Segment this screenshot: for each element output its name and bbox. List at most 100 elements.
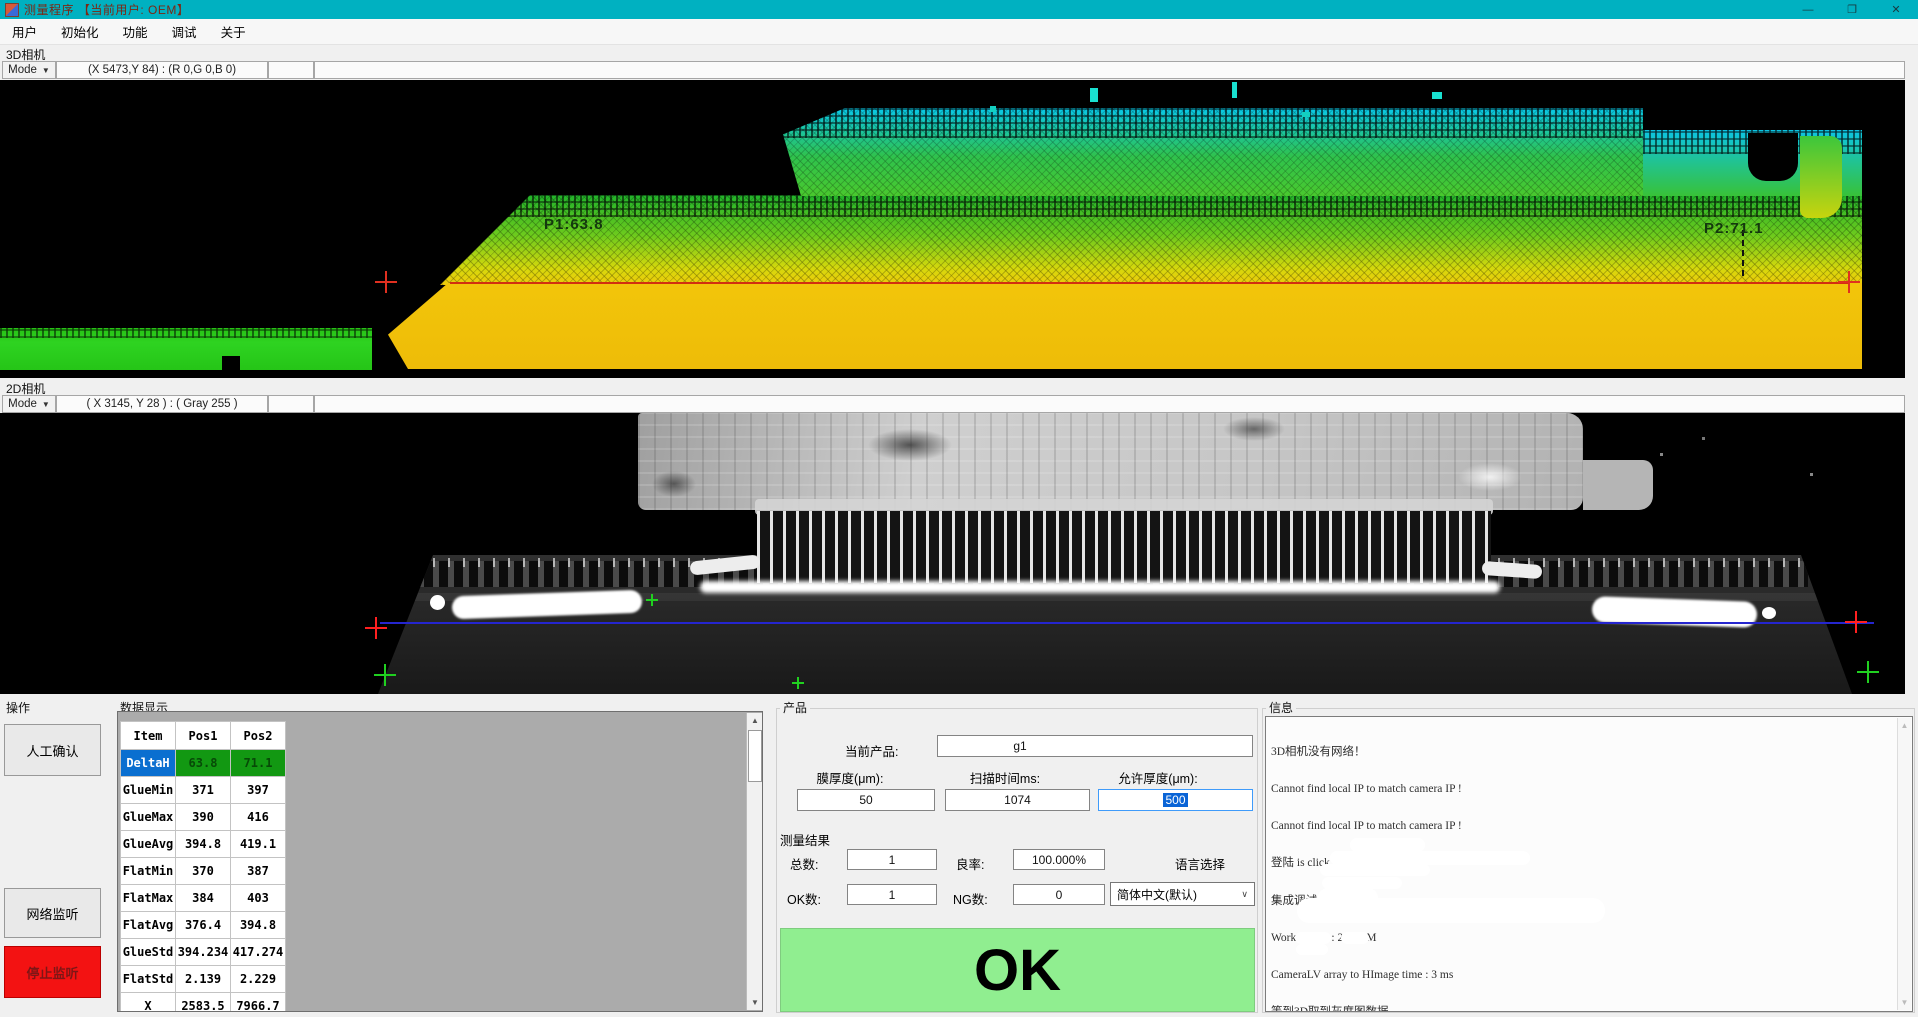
cell-item[interactable]: FlatMin xyxy=(121,858,176,885)
maximize-button[interactable]: ❐ xyxy=(1830,0,1874,19)
speck xyxy=(1660,453,1663,456)
scan-time-label: 扫描时间ms: xyxy=(945,768,1065,787)
cell-item[interactable]: FlatMax xyxy=(121,885,176,912)
cell-pos1[interactable]: 63.8 xyxy=(176,750,231,777)
log-line: Cannot find local IP to match camera IP … xyxy=(1271,820,1871,832)
cell-pos2[interactable]: 419.1 xyxy=(231,831,286,858)
camera2d-view[interactable] xyxy=(0,413,1905,694)
ok-count-value: 1 xyxy=(889,888,896,902)
scroll-down-icon[interactable]: ▼ xyxy=(1898,995,1911,1010)
camera2d-mode-button[interactable]: Mode ▼ xyxy=(2,395,56,413)
scroll-up-icon[interactable]: ▲ xyxy=(1898,718,1911,733)
stop-listen-button[interactable]: 停止监听 xyxy=(4,946,101,998)
cell-item[interactable]: DeltaH xyxy=(121,750,176,777)
cell-item[interactable]: GlueMin xyxy=(121,777,176,804)
ok-count-field[interactable]: 1 xyxy=(847,884,937,905)
camera3d-mode-button[interactable]: Mode ▼ xyxy=(2,61,56,79)
scan-time-value: 1074 xyxy=(1004,793,1031,807)
cell-pos2[interactable]: 7966.7 xyxy=(231,993,286,1013)
crosshair-green-small xyxy=(646,594,658,606)
total-count-label: 总数: xyxy=(790,854,818,873)
camera3d-toolbar-segment xyxy=(268,61,314,79)
current-product-value: g1 xyxy=(1013,739,1026,753)
cell-pos2[interactable]: 387 xyxy=(231,858,286,885)
cell-pos2[interactable]: 403 xyxy=(231,885,286,912)
cell-pos2[interactable]: 416 xyxy=(231,804,286,831)
col-header-pos1: Pos1 xyxy=(176,722,231,750)
data-display-panel: Item Pos1 Pos2 DeltaH 63.8 71.1 GlueMin … xyxy=(117,711,763,1012)
camera3d-view[interactable]: P1:63.8 P2:71.1 xyxy=(0,80,1905,378)
menu-bar: 用户 初始化 功能 调试 关于 xyxy=(0,19,1918,45)
camera2d-toolbar-segment xyxy=(314,395,1905,413)
p1-measurement-label: P1:63.8 xyxy=(544,216,604,233)
cell-item[interactable]: GlueStd xyxy=(121,939,176,966)
cell-item[interactable]: FlatAvg xyxy=(121,912,176,939)
cell-pos1[interactable]: 2.139 xyxy=(176,966,231,993)
title-bar[interactable]: 测量程序 【当前用户: OEM】 — ❐ ✕ xyxy=(0,0,1918,19)
network-listen-button[interactable]: 网络监听 xyxy=(4,888,101,938)
ng-count-label: NG数: xyxy=(953,889,988,908)
scan-time-field[interactable]: 1074 xyxy=(945,789,1090,811)
table-row[interactable]: FlatAvg 376.4 394.8 xyxy=(121,912,286,939)
cell-pos1[interactable]: 2583.5 xyxy=(176,993,231,1013)
table-row[interactable]: FlatMax 384 403 xyxy=(121,885,286,912)
ng-count-field[interactable]: 0 xyxy=(1013,884,1105,905)
cell-item[interactable]: X xyxy=(121,993,176,1013)
cell-item[interactable]: GlueAvg xyxy=(121,831,176,858)
language-select-dropdown[interactable]: 简体中文(默认) ∨ xyxy=(1110,882,1255,906)
film-thickness-field[interactable]: 50 xyxy=(797,789,935,811)
cell-pos1[interactable]: 371 xyxy=(176,777,231,804)
cell-pos1[interactable]: 394.234 xyxy=(176,939,231,966)
crosshair-green-small xyxy=(792,677,804,689)
table-row[interactable]: X 2583.5 7966.7 xyxy=(121,993,286,1013)
window-controls: — ❐ ✕ xyxy=(1786,0,1918,19)
menu-debug[interactable]: 调试 xyxy=(160,19,209,44)
cell-pos1[interactable]: 394.8 xyxy=(176,831,231,858)
table-scrollbar[interactable]: ▲ ▼ xyxy=(746,713,763,1010)
film-thickness-label: 膜厚度(μm): xyxy=(790,768,910,787)
total-count-field[interactable]: 1 xyxy=(847,849,937,870)
speck xyxy=(1702,437,1705,440)
table-row[interactable]: GlueStd 394.234 417.274 xyxy=(121,939,286,966)
col-header-pos2: Pos2 xyxy=(231,722,286,750)
cell-pos1[interactable]: 384 xyxy=(176,885,231,912)
scroll-up-icon[interactable]: ▲ xyxy=(747,713,763,728)
pcb-smudge xyxy=(652,471,696,497)
cell-pos2[interactable]: 2.229 xyxy=(231,966,286,993)
table-row[interactable]: GlueAvg 394.8 419.1 xyxy=(121,831,286,858)
scrollbar-thumb[interactable] xyxy=(748,730,762,782)
cell-pos2[interactable]: 394.8 xyxy=(231,912,286,939)
cell-pos1[interactable]: 376.4 xyxy=(176,912,231,939)
measurement-table: Item Pos1 Pos2 DeltaH 63.8 71.1 GlueMin … xyxy=(120,721,286,1012)
table-row[interactable]: GlueMax 390 416 xyxy=(121,804,286,831)
cell-pos2[interactable]: 71.1 xyxy=(231,750,286,777)
speck xyxy=(1810,473,1813,476)
measure-line-blue xyxy=(380,622,1874,624)
table-row[interactable]: FlatStd 2.139 2.229 xyxy=(121,966,286,993)
close-button[interactable]: ✕ xyxy=(1874,0,1918,19)
table-row[interactable]: GlueMin 371 397 xyxy=(121,777,286,804)
bright-band xyxy=(700,581,1500,593)
menu-about[interactable]: 关于 xyxy=(209,19,258,44)
yield-field[interactable]: 100.000% xyxy=(1013,849,1105,870)
minimize-button[interactable]: — xyxy=(1786,0,1830,19)
menu-function[interactable]: 功能 xyxy=(111,19,160,44)
cell-item[interactable]: GlueMax xyxy=(121,804,176,831)
cell-pos2[interactable]: 417.274 xyxy=(231,939,286,966)
scroll-down-icon[interactable]: ▼ xyxy=(747,995,763,1010)
current-product-field[interactable]: g1 xyxy=(937,735,1253,757)
table-row[interactable]: FlatMin 370 387 xyxy=(121,858,286,885)
menu-init[interactable]: 初始化 xyxy=(49,19,111,44)
cell-item[interactable]: FlatStd xyxy=(121,966,176,993)
cell-pos1[interactable]: 390 xyxy=(176,804,231,831)
table-row[interactable]: DeltaH 63.8 71.1 xyxy=(121,750,286,777)
menu-user[interactable]: 用户 xyxy=(0,19,49,44)
log-line: Cannot find local IP to match camera IP … xyxy=(1271,783,1871,795)
log-scrollbar[interactable]: ▲ ▼ xyxy=(1897,718,1911,1010)
manual-confirm-button[interactable]: 人工确认 xyxy=(4,724,101,776)
heightmap-dark-notch xyxy=(1748,133,1798,181)
allow-thickness-field[interactable]: 500 xyxy=(1098,789,1253,811)
cell-pos2[interactable]: 397 xyxy=(231,777,286,804)
cell-pos1[interactable]: 370 xyxy=(176,858,231,885)
pcb-region xyxy=(638,413,1583,510)
